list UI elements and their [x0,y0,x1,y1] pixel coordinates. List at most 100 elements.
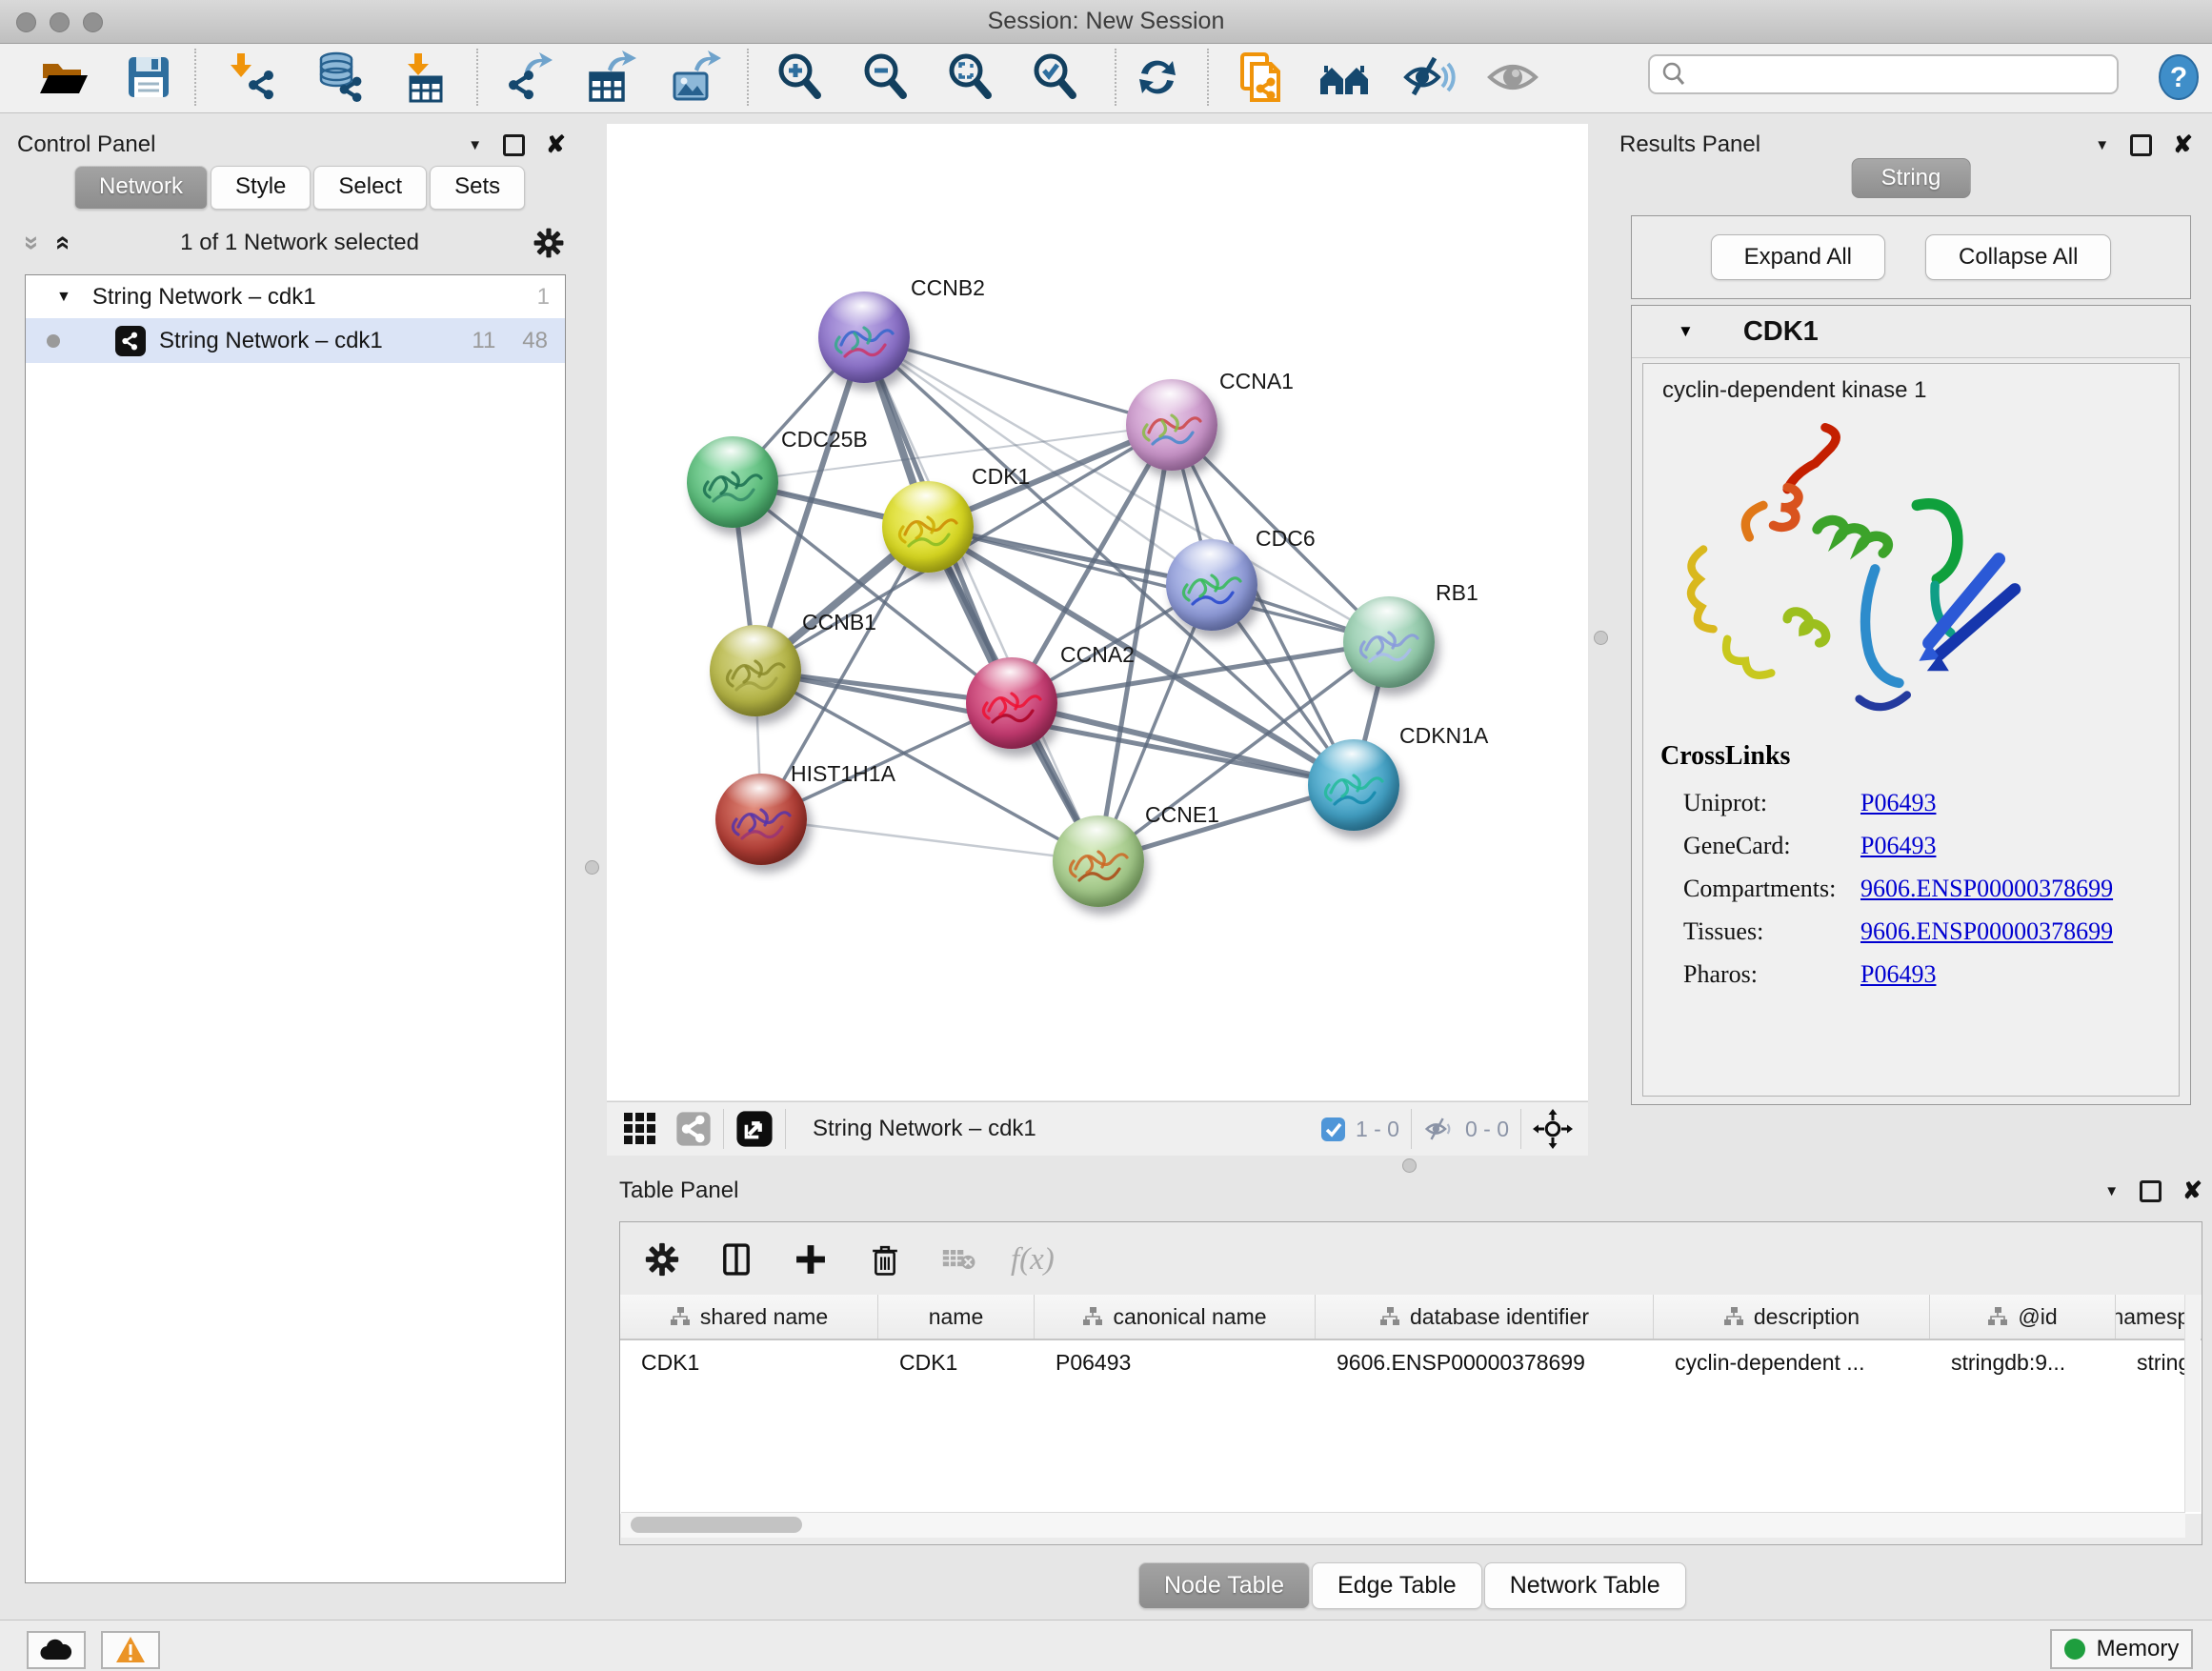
import-network-from-database-button[interactable] [313,50,367,104]
float-panel-icon[interactable] [2130,134,2152,156]
column-header-label: canonical name [1113,1304,1266,1330]
zoom-out-button[interactable] [859,50,913,104]
float-panel-icon[interactable] [503,134,525,156]
select-columns-icon[interactable] [714,1237,759,1282]
crosslink-value[interactable]: 9606.ENSP00000378699 [1860,917,2113,946]
close-panel-icon[interactable]: ✘ [2182,1179,2202,1203]
import-table-button[interactable] [398,50,452,104]
cloud-status-button[interactable] [27,1631,86,1669]
node-HIST1H1A[interactable] [715,774,807,865]
node-CCNB2[interactable] [818,292,910,383]
open-session-button[interactable] [37,50,90,104]
search-input[interactable] [1688,61,2117,88]
node-label-CCNB2: CCNB2 [911,275,985,301]
column-header--id[interactable]: @id [1930,1295,2116,1339]
panel-menu-icon[interactable]: ▼ [2104,1183,2119,1199]
edge-CCNE1-HIST1H1A[interactable] [761,819,1098,861]
scrollbar-thumb[interactable] [631,1517,802,1533]
hide-selected-eye-slash-icon[interactable] [1402,50,1456,104]
delete-column-trash-icon[interactable] [862,1237,908,1282]
table-horizontal-scrollbar[interactable] [621,1512,2185,1538]
node-CCNA1[interactable] [1126,379,1217,471]
hidden-eye-slash-icon[interactable] [1423,1113,1456,1145]
table-row[interactable]: CDK1CDK1P064939606.ENSP00000378699cyclin… [620,1340,2202,1384]
first-neighbors-button[interactable] [1317,50,1371,104]
splitter-handle[interactable] [585,860,599,875]
float-panel-icon[interactable] [2140,1180,2162,1202]
crosslink-value[interactable]: P06493 [1860,832,1936,860]
node-CDC25B[interactable] [687,436,778,528]
warning-status-button[interactable] [101,1631,160,1669]
network-share-view-icon[interactable] [675,1111,712,1147]
grid-view-icon[interactable] [622,1111,658,1147]
table-panel-title: Table Panel [619,1178,738,1204]
current-network-title: String Network – cdk1 [813,1116,1036,1142]
collapse-triangle-icon[interactable]: ▼ [56,289,71,306]
tab-node-table[interactable]: Node Table [1138,1562,1310,1609]
add-column-icon[interactable] [788,1237,834,1282]
open-in-new-window-icon[interactable] [735,1110,774,1148]
node-CDC6[interactable] [1166,539,1257,631]
column-header-canonical-name[interactable]: canonical name [1035,1295,1316,1339]
collapse-triangle-icon[interactable]: ▼ [1678,322,1694,341]
column-header-shared-name[interactable]: shared name [620,1295,878,1339]
protein-section-header[interactable]: ▼ CDK1 [1632,306,2190,358]
tab-sets[interactable]: Sets [430,166,525,210]
panel-menu-icon[interactable]: ▼ [2095,137,2109,153]
save-session-button[interactable] [122,50,175,104]
node-CCNB1[interactable] [710,625,801,716]
node-CDK1[interactable] [882,481,974,573]
gear-icon[interactable] [532,226,566,260]
panel-menu-icon[interactable]: ▼ [468,137,482,153]
column-header-name[interactable]: name [878,1295,1035,1339]
node-CDKN1A[interactable] [1308,739,1399,831]
birds-eye-view-icon[interactable] [1533,1109,1573,1149]
crosslink-value[interactable]: P06493 [1860,960,1936,989]
crosslink-label: Uniprot: [1683,789,1860,817]
table-vertical-scrollbar[interactable] [2184,1295,2201,1512]
tab-string[interactable]: String [1852,158,1971,198]
node-CCNA2[interactable] [966,657,1057,749]
tab-network[interactable]: Network [74,166,208,210]
show-all-eye-icon[interactable] [1486,50,1539,104]
network-canvas[interactable]: CCNB2CCNA1CDC25BCDK1CDC6RB1CCNB1CCNA2CDK… [607,124,1588,1100]
import-network-button[interactable] [229,50,282,104]
network-collection-row[interactable]: ▼ String Network – cdk1 1 [26,275,565,318]
export-network-button[interactable] [500,50,553,104]
splitter-handle[interactable] [1594,631,1608,645]
edge-CCNB2-CCNE1[interactable] [864,337,1098,861]
help-button[interactable]: ? [2152,50,2205,104]
network-status-dot [47,334,60,348]
edge-CDK1-RB1[interactable] [928,527,1389,642]
export-table-button[interactable] [583,50,636,104]
tab-style[interactable]: Style [211,166,311,210]
crosslink-row: GeneCard:P06493 [1683,824,2160,867]
crosslink-value[interactable]: P06493 [1860,789,1936,817]
refresh-button[interactable] [1131,50,1184,104]
column-header-description[interactable]: description [1654,1295,1930,1339]
zoom-in-button[interactable] [774,50,827,104]
collapse-all-button[interactable]: Collapse All [1925,234,2111,280]
tab-network-table[interactable]: Network Table [1484,1562,1686,1609]
close-panel-icon[interactable]: ✘ [2173,133,2193,157]
column-header-database-identifier[interactable]: database identifier [1316,1295,1654,1339]
export-image-button[interactable] [668,50,721,104]
tab-select[interactable]: Select [313,166,427,210]
zoom-fit-button[interactable] [944,50,997,104]
clone-network-button[interactable] [1235,50,1288,104]
node-label-RB1: RB1 [1436,580,1478,606]
zoom-selected-button[interactable] [1029,50,1082,104]
network-row-selected[interactable]: String Network – cdk1 11 48 [26,318,565,363]
memory-button[interactable]: Memory [2050,1629,2193,1669]
gear-icon[interactable] [639,1237,685,1282]
expand-all-icon[interactable]: » [47,235,73,251]
node-RB1[interactable] [1343,596,1435,688]
selected-checkbox-icon[interactable] [1320,1117,1346,1142]
collapse-all-icon[interactable]: » [19,235,46,251]
expand-all-button[interactable]: Expand All [1711,234,1885,280]
tab-edge-table[interactable]: Edge Table [1312,1562,1482,1609]
crosslink-value[interactable]: 9606.ENSP00000378699 [1860,875,2113,903]
close-panel-icon[interactable]: ✘ [546,133,566,157]
node-CCNE1[interactable] [1053,815,1144,907]
attribute-type-icon [670,1307,691,1326]
